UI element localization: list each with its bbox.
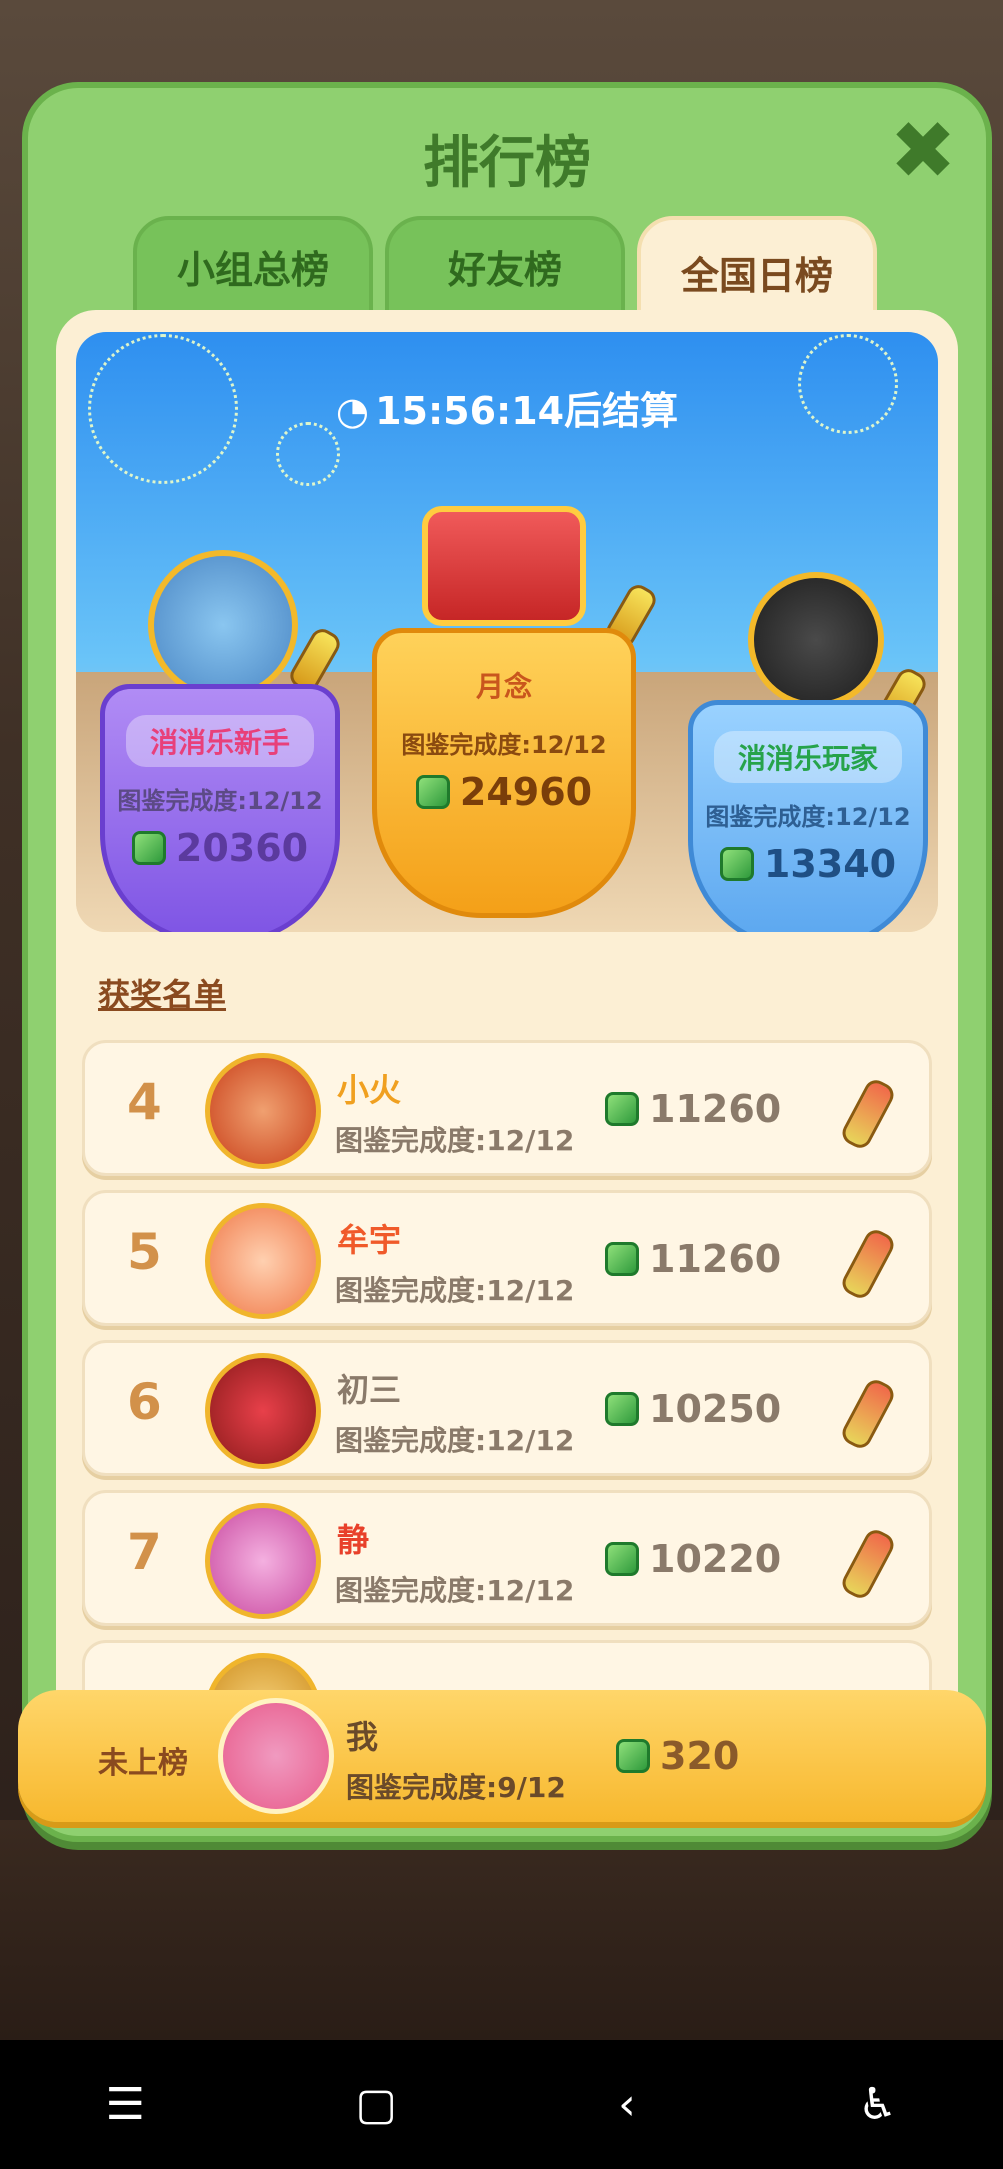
rank-number: 6 — [127, 1373, 162, 1431]
list-item[interactable]: 4 小火 图鉴完成度:12/12 11260 — [82, 1040, 932, 1176]
player-name: 初三 — [337, 1371, 402, 1409]
modal-title: 排行榜 — [423, 131, 591, 196]
tab-friends[interactable]: 好友榜 — [385, 216, 625, 316]
avatar[interactable] — [148, 550, 298, 700]
collection-progress: 图鉴完成度:12/12 — [117, 787, 323, 815]
list-item[interactable]: 6 初三 图鉴完成度:12/12 10250 — [82, 1340, 932, 1476]
avatar — [205, 1203, 321, 1319]
system-nav-bar: ☰ ▢ ‹ ♿ — [0, 2040, 1003, 2169]
gem-icon — [131, 831, 166, 865]
my-ranking-bar[interactable]: 未上榜 我 图鉴完成度:9/12 320 — [18, 1690, 986, 1822]
rank-number: 4 — [127, 1073, 162, 1131]
gem-icon — [605, 1542, 639, 1576]
collection-progress: 图鉴完成度:12/12 — [335, 1574, 575, 1607]
score: 24960 — [415, 770, 593, 814]
bottle-icon — [838, 1376, 898, 1452]
player-name: 静 — [337, 1521, 370, 1559]
my-rank-status: 未上榜 — [98, 1746, 188, 1781]
player-name: 牟宇 — [337, 1221, 402, 1259]
score: 11260 — [605, 1237, 781, 1281]
gem-icon — [415, 775, 450, 809]
player-name: 小火 — [337, 1071, 402, 1109]
score: 11260 — [605, 1087, 781, 1131]
bottle-icon — [838, 1526, 898, 1602]
clock-icon: ◔ — [335, 389, 370, 433]
score: 13340 — [719, 842, 897, 886]
score-value: 11260 — [649, 1237, 782, 1281]
avatar[interactable] — [422, 506, 586, 626]
menu-icon[interactable]: ☰ — [65, 2079, 185, 2130]
avatar[interactable] — [748, 572, 884, 708]
score: 320 — [616, 1734, 739, 1778]
home-icon[interactable]: ▢ — [316, 2079, 436, 2130]
top-three-banner: ◔ 15:56:14后结算 消消乐新手 图鉴完成度:12/12 20360 月念 … — [76, 332, 938, 932]
score: 10250 — [605, 1387, 781, 1431]
rank-number: 7 — [127, 1523, 162, 1581]
collection-progress: 图鉴完成度:12/12 — [335, 1424, 575, 1457]
score-value: 24960 — [459, 770, 593, 814]
collection-progress: 图鉴完成度:9/12 — [346, 1771, 566, 1804]
score-value: 13340 — [763, 842, 897, 886]
score-value: 10220 — [649, 1537, 782, 1581]
score: 20360 — [131, 826, 309, 870]
score-value: 10250 — [649, 1387, 782, 1431]
collection-progress: 图鉴完成度:12/12 — [705, 803, 911, 831]
score-value: 11260 — [649, 1087, 782, 1131]
close-icon[interactable]: ✖ — [888, 111, 958, 191]
leaderboard-modal: 排行榜 ✖ 小组总榜 好友榜 全国日榜 ◔ 15:56:14后结算 消消乐新手 图… — [22, 82, 992, 1842]
back-icon[interactable]: ‹ — [567, 2079, 687, 2130]
podium-first[interactable]: 月念 图鉴完成度:12/12 24960 — [372, 628, 636, 918]
avatar — [205, 1053, 321, 1169]
score: 10220 — [605, 1537, 781, 1581]
bottle-icon — [838, 1076, 898, 1152]
collection-progress: 图鉴完成度:12/12 — [401, 731, 607, 759]
gem-icon — [605, 1392, 639, 1426]
player-name: 消消乐玩家 — [713, 731, 903, 783]
avatar — [205, 1353, 321, 1469]
timer-text: 15:56:14后结算 — [375, 389, 679, 433]
podium-third[interactable]: 消消乐玩家 图鉴完成度:12/12 13340 — [688, 700, 928, 932]
player-name: 我 — [346, 1718, 379, 1756]
gem-icon — [605, 1092, 639, 1126]
podium-second[interactable]: 消消乐新手 图鉴完成度:12/12 20360 — [100, 684, 340, 932]
list-item[interactable]: 5 牟宇 图鉴完成度:12/12 11260 — [82, 1190, 932, 1326]
rank-number: 5 — [127, 1223, 162, 1281]
ranking-panel: ◔ 15:56:14后结算 消消乐新手 图鉴完成度:12/12 20360 月念 … — [56, 310, 958, 1818]
collection-progress: 图鉴完成度:12/12 — [335, 1274, 575, 1307]
player-name: 月念 — [475, 670, 532, 703]
score-value: 320 — [660, 1734, 740, 1778]
winners-list-title: 获奖名单 — [98, 976, 227, 1014]
bottle-icon — [838, 1226, 898, 1302]
background-floor — [0, 1820, 1003, 2040]
accessibility-icon[interactable]: ♿ — [818, 2079, 938, 2130]
score-value: 20360 — [175, 826, 309, 870]
gem-icon — [719, 847, 754, 881]
list-item[interactable]: 7 静 图鉴完成度:12/12 10220 — [82, 1490, 932, 1626]
collection-progress: 图鉴完成度:12/12 — [335, 1124, 575, 1157]
avatar — [205, 1503, 321, 1619]
avatar — [218, 1698, 334, 1814]
gem-icon — [616, 1739, 650, 1773]
settlement-timer: ◔ 15:56:14后结算 — [76, 380, 938, 435]
player-name: 消消乐新手 — [125, 715, 315, 767]
tab-group-total[interactable]: 小组总榜 — [133, 216, 373, 316]
gem-icon — [605, 1242, 639, 1276]
